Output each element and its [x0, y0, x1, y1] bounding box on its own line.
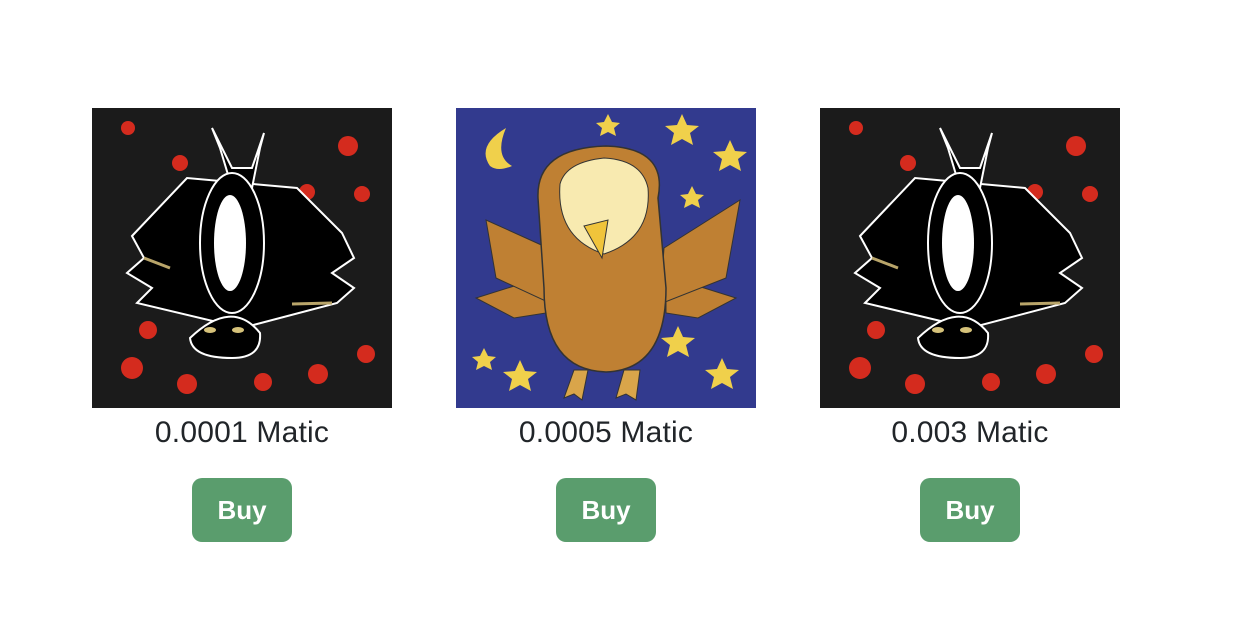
nft-price: 0.0005 Matic: [518, 416, 694, 449]
nft-price: 0.003 Matic: [891, 416, 1049, 449]
bat-artwork-image[interactable]: [92, 108, 392, 408]
buy-button[interactable]: Buy: [556, 478, 656, 542]
bat-artwork-image[interactable]: [820, 108, 1120, 408]
nft-price: 0.0001 Matic: [154, 416, 330, 449]
buy-button[interactable]: Buy: [192, 478, 292, 542]
buy-button[interactable]: Buy: [920, 478, 1020, 542]
nft-card: 0.003 Matic Buy: [820, 108, 1120, 542]
nft-gallery: 0.0001 Matic Buy 0.0005 Matic Buy 0.003 …: [0, 0, 1244, 642]
nft-card: 0.0001 Matic Buy: [92, 108, 392, 542]
owl-artwork-image[interactable]: [456, 108, 756, 408]
nft-card: 0.0005 Matic Buy: [456, 108, 756, 542]
